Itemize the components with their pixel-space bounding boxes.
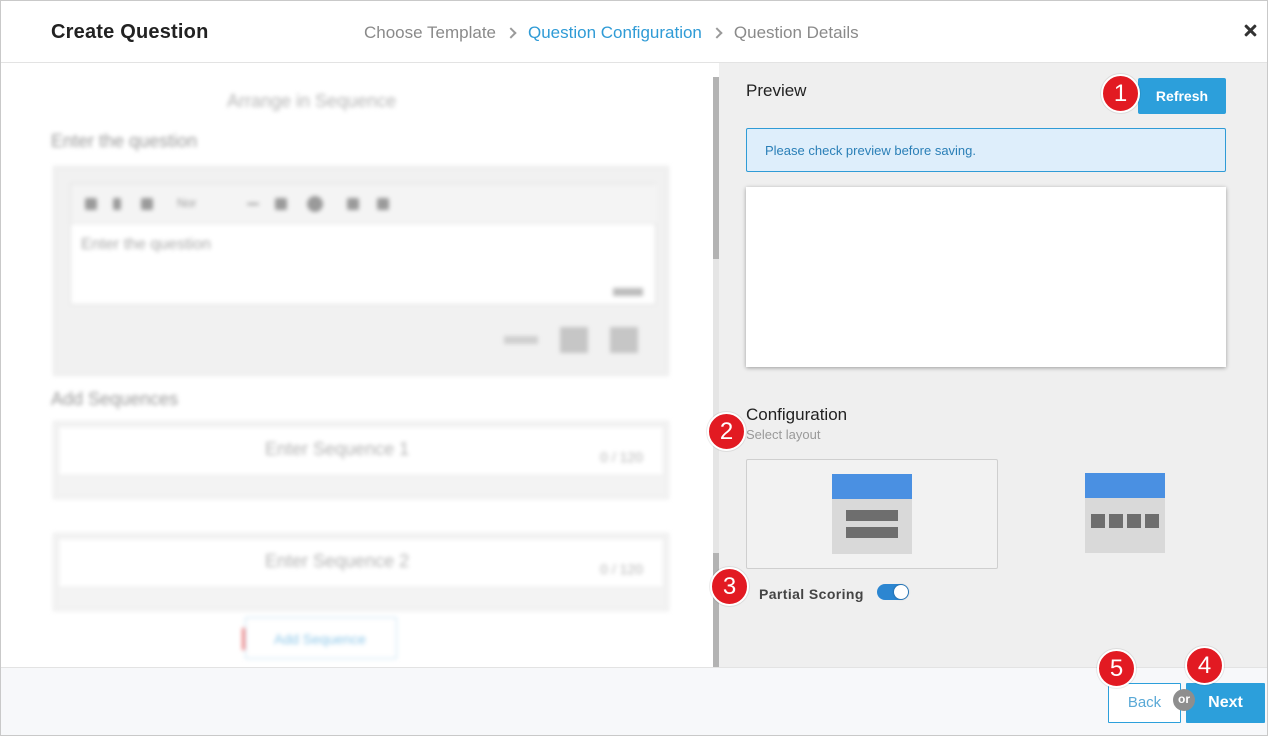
sequence-item: Enter Sequence 2 0 / 120 [53,533,669,611]
list-icon[interactable] [275,198,287,210]
question-editor-pane: Arrange in Sequence Enter the question N… [1,63,713,667]
create-question-modal: Create Question Choose Template Question… [0,0,1268,736]
breadcrumb-choose-template[interactable]: Choose Template [364,23,496,43]
divider-icon [247,203,259,205]
sequence-placeholder: Enter Sequence 1 [265,439,410,459]
italic-icon[interactable] [113,198,121,210]
annotation-marker-4: 4 [1185,646,1224,685]
add-sequence-label: Add Sequence [274,631,366,647]
resize-handle[interactable] [613,288,643,296]
tiles-layout-icon [1085,473,1165,553]
chevron-right-icon [711,27,723,39]
next-button[interactable]: Next [1186,683,1265,723]
sequence-placeholder: Enter Sequence 2 [265,551,410,571]
sequence-input[interactable]: Enter Sequence 2 0 / 120 [58,538,664,588]
annotation-marker-5: 5 [1097,649,1136,688]
close-icon[interactable] [1240,21,1260,41]
modal-footer: Back or Next [1,667,1267,735]
question-rich-text-editor[interactable]: Nor Enter the question [70,183,657,305]
link-icon[interactable] [347,198,359,210]
layout-option-rows[interactable] [746,459,998,569]
configuration-title: Configuration [746,405,848,424]
sequences-label: Add Sequences [51,389,179,409]
select-layout-label: Select layout [746,427,821,442]
underline-icon[interactable] [141,198,153,210]
or-separator: or [1173,689,1195,711]
back-button[interactable]: Back [1108,683,1181,723]
audio-icon[interactable] [610,327,638,353]
annotation-marker-3: 3 [710,567,749,606]
breadcrumb: Choose Template Question Configuration Q… [364,23,859,43]
preview-notice: Please check preview before saving. [746,128,1226,172]
partial-scoring-toggle[interactable] [877,584,909,600]
template-name: Arrange in Sequence [227,91,397,111]
annotation-marker-1: 1 [1101,74,1140,113]
partial-scoring-label: Partial Scoring [759,586,864,602]
toggle-knob [894,585,908,599]
question-label: Enter the question [51,131,198,151]
add-sequence-button[interactable]: Add Sequence [242,617,397,659]
breadcrumb-question-configuration[interactable]: Question Configuration [528,23,702,43]
preview-notice-text: Please check preview before saving. [765,143,977,158]
refresh-button[interactable]: Refresh [1138,78,1226,114]
preview-configuration-pane: Preview Refresh Please check preview bef… [719,63,1267,667]
rows-layout-icon [832,474,912,554]
sequence-item: Enter Sequence 1 0 / 120 [53,421,669,499]
attachment-label [504,336,538,344]
preview-frame [746,187,1226,367]
modal-title: Create Question [51,21,209,43]
breadcrumb-question-details[interactable]: Question Details [734,23,859,43]
question-placeholder: Enter the question [81,236,211,253]
annotation-marker-2: 2 [707,412,746,451]
media-icon[interactable] [307,196,323,212]
layout-option-tiles[interactable] [1003,459,1255,569]
sequence-char-count: 0 / 120 [600,449,643,465]
editor-toolbar: Nor [71,184,657,224]
chevron-right-icon [505,27,517,39]
modal-header: Create Question Choose Template Question… [1,1,1267,63]
font-style-select[interactable]: Nor [177,196,196,210]
editor-attachment-tools [504,327,638,353]
image-icon[interactable] [560,327,588,353]
question-editor-panel: Nor Enter the question [53,166,669,376]
bold-icon[interactable] [85,198,97,210]
clear-format-icon[interactable] [377,198,389,210]
preview-title: Preview [746,81,807,100]
add-sequence-marker [242,628,245,650]
sequence-char-count: 0 / 120 [600,561,643,577]
sequence-input[interactable]: Enter Sequence 1 0 / 120 [58,426,664,476]
